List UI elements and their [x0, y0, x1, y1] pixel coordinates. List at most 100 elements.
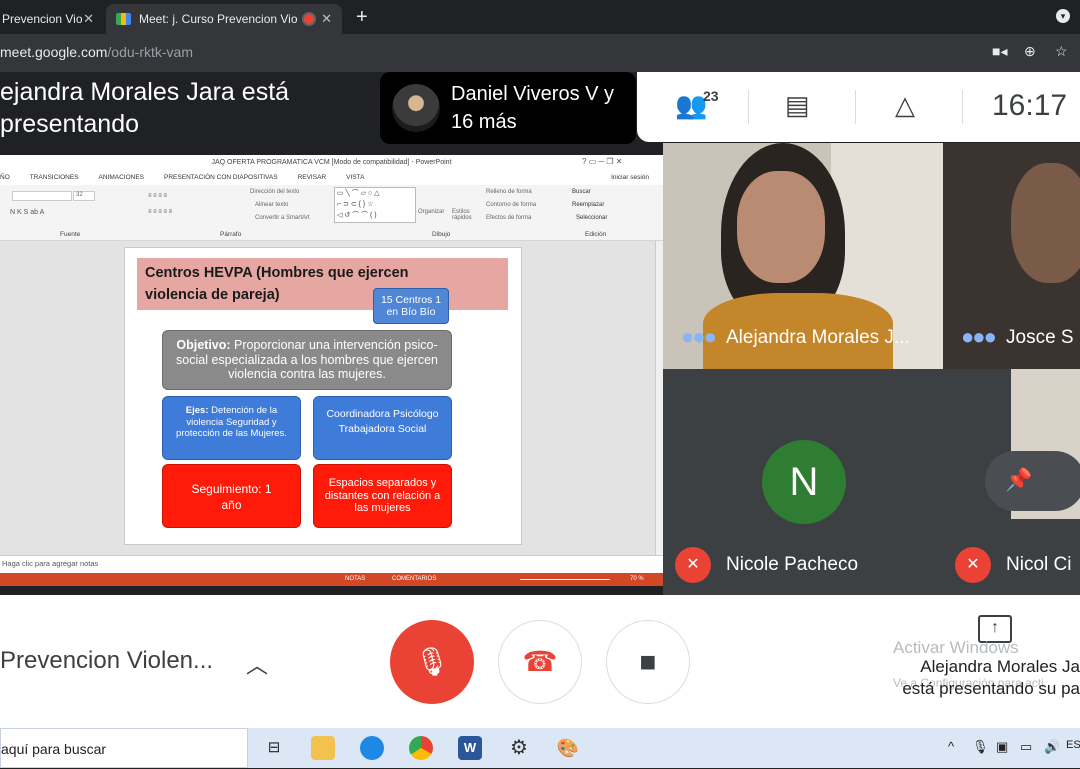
chevron-up-icon[interactable]: ^ — [948, 739, 954, 754]
quick-styles[interactable]: Estilos rápidos — [452, 209, 476, 221]
presenter-line: Alejandra Morales Ja — [920, 657, 1080, 676]
chat-icon[interactable]: ▤ — [785, 90, 810, 121]
equipo-box: Coordinadora Psicólogo Trabajadora Socia… — [313, 396, 452, 460]
pin-icon[interactable]: 📌 — [1005, 467, 1032, 493]
ppt-menu-item[interactable]: PRESENTACIÓN CON DIAPOSITIVAS — [164, 174, 278, 181]
tab-label: Meet: j. Curso Prevencion Vio — [139, 12, 298, 26]
convert-smartart[interactable]: Convertir a SmartArt — [255, 215, 310, 221]
settings-gear-icon[interactable]: ⚙ — [507, 736, 531, 760]
more-options-icon[interactable]: ●●● — [961, 324, 997, 350]
shape-effects[interactable]: Efectos de forma — [486, 215, 531, 221]
paint-icon[interactable]: 🎨 — [556, 736, 580, 760]
shared-screen-powerpoint: JAQ OFERTA PROGRAMATICA VCM [Modo de com… — [0, 155, 663, 586]
monitor-icon[interactable]: ▭ — [1020, 739, 1032, 755]
replace-button[interactable]: Reemplazar — [572, 202, 604, 208]
browser-tab-meet[interactable]: Meet: j. Curso Prevencion Vio ✕ — [106, 4, 342, 34]
presenter-info: Alejandra Morales Ja está presentando su… — [866, 656, 1080, 700]
more-options-icon[interactable]: ●●● — [681, 324, 717, 350]
ppt-menu-bar: ÑO TRANSICIONES ANIMACIONES PRESENTACIÓN… — [0, 170, 663, 184]
volume-icon[interactable]: 🔊 — [1044, 739, 1060, 755]
notes-button[interactable]: NOTAS — [345, 573, 365, 586]
ppt-status-bar: NOTAS COMENTARIOS 70 % — [0, 573, 663, 586]
mic-toggle-button[interactable]: 🎙 — [390, 620, 474, 704]
font-style-icons[interactable]: N K S ab A — [10, 209, 44, 216]
arrange-button[interactable]: Organizar — [418, 209, 444, 215]
ribbon-group-label: Edición — [585, 231, 607, 238]
participant-name: Alejandra Morales J... — [726, 327, 910, 348]
mic-off-icon: 🎙 — [414, 646, 450, 677]
slide-title-box: Centros HEVPA (Hombres que ejercen viole… — [137, 258, 508, 310]
video-tile-josce[interactable]: ●●● Josce S — [943, 143, 1080, 369]
font-name-box[interactable] — [12, 191, 72, 201]
ppt-signin[interactable]: Iniciar sesión — [611, 174, 649, 181]
divider — [855, 90, 856, 124]
participant-name: Josce S — [1006, 327, 1074, 348]
ribbon-group-label: Párrafo — [220, 231, 242, 238]
close-tab-icon[interactable]: ✕ — [321, 11, 332, 27]
tab-label: Prevencion Vio — [2, 12, 83, 26]
find-button[interactable]: Buscar — [572, 189, 591, 195]
centros-badge: 15 Centros 1 en Bío Bío — [373, 288, 449, 324]
meet-logo-icon — [116, 13, 131, 25]
list-icons[interactable]: ≡ ≡ ≡ ≡ — [148, 193, 167, 199]
chrome-icon[interactable] — [409, 736, 433, 760]
divider — [748, 90, 749, 124]
windows-watermark: Activar Windows — [893, 638, 1019, 657]
mic-icon[interactable]: 🎙 — [972, 739, 989, 755]
espacios-box: Espacios separados y distantes con relac… — [313, 464, 452, 528]
leave-call-button[interactable]: ☎ — [498, 620, 582, 704]
recording-icon — [303, 14, 314, 24]
close-tab-icon[interactable]: ✕ — [83, 11, 94, 27]
camera-toggle-button[interactable]: ■ — [606, 620, 690, 704]
ppt-scrollbar[interactable] — [655, 241, 663, 555]
language-indicator[interactable]: ES — [1066, 739, 1080, 751]
avatar: N — [762, 440, 846, 524]
network-icon[interactable]: ▣ — [996, 739, 1008, 755]
shape-fill[interactable]: Relleno de forma — [486, 189, 532, 195]
select-button[interactable]: Seleccionar — [576, 215, 607, 221]
notes-pane[interactable]: Haga clic para agregar notas — [0, 555, 663, 573]
ppt-menu-item[interactable]: TRANSICIONES — [30, 174, 79, 181]
video-tile-alejandra[interactable]: ●●● Alejandra Morales J... — [663, 143, 943, 369]
edge-icon[interactable] — [360, 736, 384, 760]
bookmark-star-icon[interactable]: ☆ — [1055, 43, 1068, 60]
ribbon-group-label: Fuente — [60, 231, 81, 238]
zoom-level[interactable]: 70 % — [630, 573, 644, 586]
objetivo-label: Objetivo: — [176, 338, 231, 352]
ppt-window-controls[interactable]: ? ▭ ─ ❐ ✕ — [582, 157, 622, 166]
shape-outline[interactable]: Contorno de forma — [486, 202, 536, 208]
align-text[interactable]: Alinear texto — [255, 202, 288, 208]
ejes-box: Ejes: Detención de la violencia Segurida… — [162, 396, 301, 460]
browser-tab-prevencion[interactable]: Prevencion Vio ✕ — [0, 4, 104, 34]
ejes-label: Ejes: — [185, 405, 209, 416]
url-path: /odu-rktk-vam — [107, 44, 193, 60]
video-tile-nicol[interactable]: 📌 ✕ Nicol Ci — [943, 369, 1080, 595]
text-direction[interactable]: Dirección del texto — [250, 189, 299, 195]
slide: Centros HEVPA (Hombres que ejercen viole… — [124, 247, 522, 545]
task-view-icon[interactable]: ⊟ — [262, 736, 286, 760]
comments-button[interactable]: COMENTARIOS — [392, 573, 436, 586]
ppt-menu-item[interactable]: ÑO — [0, 174, 10, 181]
ppt-menu-item[interactable]: VISTA — [346, 174, 364, 181]
shapes-gallery[interactable]: ▭ ╲ ⌒ ▱ ○ △ ⌐ ⊃ ⊂ { } ☆ ◁ ↺ ⌒ ⌒ ( ) — [334, 187, 416, 223]
clock: 16:17 — [992, 89, 1068, 122]
ppt-ribbon: 32 N K S ab A ≡ ≡ ≡ ≡ ≡ ≡ ≡ ≡ ≡ Direcció… — [0, 185, 663, 241]
zoom-icon[interactable]: ⊕ — [1024, 43, 1036, 60]
file-explorer-icon[interactable] — [311, 736, 335, 760]
word-icon[interactable]: W — [458, 736, 482, 760]
meeting-name[interactable]: Prevencion Violen... — [0, 647, 213, 675]
new-tab-button[interactable]: + — [356, 6, 368, 29]
ppt-menu-item[interactable]: REVISAR — [298, 174, 327, 181]
ppt-menu-item[interactable]: ANIMACIONES — [99, 174, 145, 181]
tab-search-icon[interactable]: ▾ — [1056, 9, 1070, 23]
ppt-window-title: JAQ OFERTA PROGRAMATICA VCM [Modo de com… — [211, 159, 452, 166]
chevron-up-icon[interactable]: ︿ — [246, 648, 268, 680]
align-icons[interactable]: ≡ ≡ ≡ ≡ ≡ — [148, 209, 172, 215]
activities-icon[interactable]: △ — [895, 90, 915, 121]
zoom-slider[interactable] — [520, 579, 610, 580]
camera-icon[interactable]: ■◂ — [992, 43, 1007, 60]
participant-name: Nicol Ci — [1006, 554, 1072, 575]
taskbar-search-input[interactable]: aquí para buscar — [0, 728, 248, 768]
url-text[interactable]: meet.google.com/odu-rktk-vam — [0, 44, 193, 60]
font-size-box[interactable]: 32 — [73, 191, 95, 201]
